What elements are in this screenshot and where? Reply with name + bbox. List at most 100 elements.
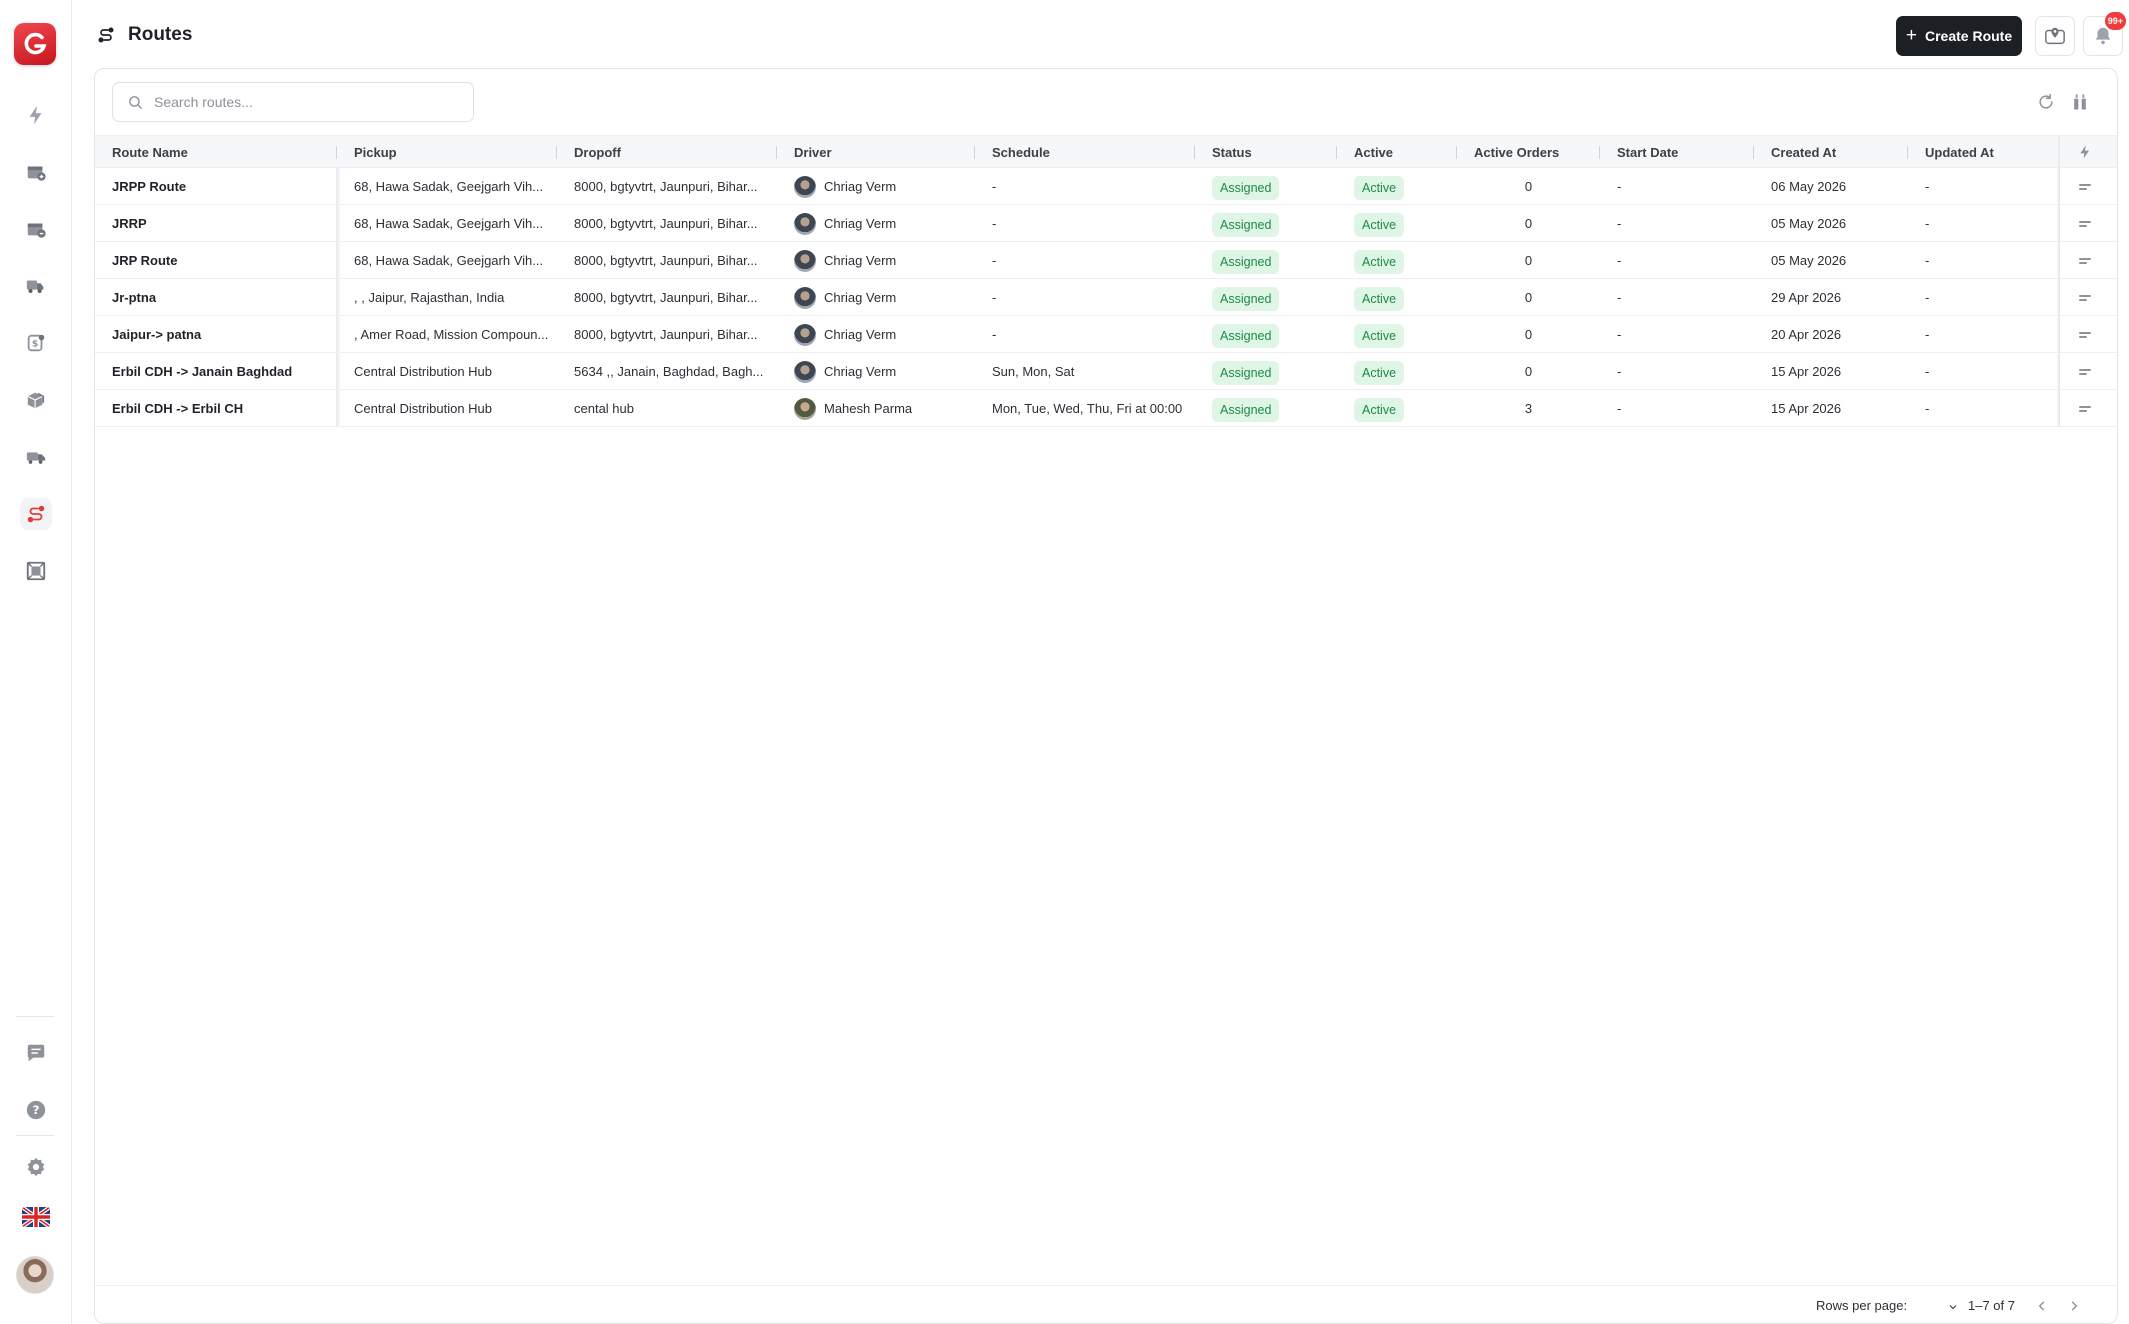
start-date-cell: - xyxy=(1617,216,1622,231)
previous-page-button[interactable] xyxy=(2031,1295,2053,1317)
boxes-icon xyxy=(27,392,45,409)
created-at-cell: 06 May 2026 xyxy=(1771,179,1847,194)
delivery-truck-icon xyxy=(26,280,44,294)
sidebar-item-inventory[interactable] xyxy=(20,384,52,416)
start-date-cell: - xyxy=(1617,401,1622,416)
sidebar-item-fleet[interactable] xyxy=(20,441,52,473)
column-header-schedule[interactable]: Schedule xyxy=(975,136,1195,169)
schedule-cell: Mon, Tue, Wed, Thu, Fri at 00:00 xyxy=(992,401,1183,416)
column-header-driver[interactable]: Driver xyxy=(777,136,975,169)
column-header-route-name[interactable]: Route Name xyxy=(95,136,337,169)
sidebar-item-warehouse[interactable] xyxy=(20,555,52,587)
help-icon: ? xyxy=(26,1100,46,1120)
sidebar-item-billing[interactable]: $ xyxy=(20,327,52,359)
sidebar-item-routes[interactable] xyxy=(20,498,52,530)
sidebar-item-deliveries[interactable] xyxy=(20,270,52,302)
chat-icon xyxy=(27,1044,45,1062)
map-view-button[interactable] xyxy=(2035,16,2075,56)
dropoff-cell: cental hub xyxy=(574,401,634,416)
pickup-cell: Central Distribution Hub xyxy=(354,401,493,416)
app-logo[interactable] xyxy=(14,23,56,65)
map-pin-icon xyxy=(2045,27,2065,45)
sidebar-divider xyxy=(16,1016,54,1017)
active-cell: Active xyxy=(1337,168,1457,205)
start-date-cell: - xyxy=(1617,290,1622,305)
driver-cell: Chriag Verm xyxy=(777,279,975,316)
updated-at-cell: - xyxy=(1925,364,1930,379)
search-box[interactable] xyxy=(112,82,474,122)
column-header-active[interactable]: Active xyxy=(1337,136,1457,169)
warehouse-icon xyxy=(26,561,46,581)
route-name-cell: Jr-ptna xyxy=(112,290,157,305)
active-badge: Active xyxy=(1354,360,1405,385)
language-selector[interactable] xyxy=(22,1207,50,1227)
row-actions-menu[interactable] xyxy=(2079,290,2095,304)
status-badge: Assigned xyxy=(1212,175,1280,200)
table-row[interactable]: JRRP 68, Hawa Sadak, Geejgarh Vih... 8000,… xyxy=(95,205,2117,242)
updated-at-cell: - xyxy=(1925,401,1930,416)
notification-count-badge: 99+ xyxy=(2104,12,2126,30)
svg-text:$: $ xyxy=(32,339,38,350)
pickup-cell: 68, Hawa Sadak, Geejgarh Vih... xyxy=(354,216,544,231)
column-header-status[interactable]: Status xyxy=(1195,136,1337,169)
table-row[interactable]: Jaipur-> patna , Amer Road, Mission Compo… xyxy=(95,316,2117,353)
driver-avatar xyxy=(794,249,816,272)
driver-avatar xyxy=(794,360,816,383)
driver-name: Chriag Verm xyxy=(824,327,897,342)
sidebar-item-chat[interactable] xyxy=(20,1037,52,1069)
column-header-pickup[interactable]: Pickup xyxy=(337,136,557,169)
notifications-button[interactable]: 99+ xyxy=(2083,12,2126,56)
sidebar-item-help[interactable]: ? xyxy=(20,1094,52,1126)
user-avatar[interactable] xyxy=(16,1256,54,1294)
active-cell: Active xyxy=(1337,242,1457,279)
status-cell: Assigned xyxy=(1195,242,1337,279)
create-route-button[interactable]: + Create Route xyxy=(1896,16,2022,56)
sidebar-item-settings[interactable] xyxy=(20,1151,52,1183)
row-actions-menu[interactable] xyxy=(2079,364,2095,378)
table-row[interactable]: Erbil CDH -> Erbil CH Central Distributio… xyxy=(95,390,2117,427)
sidebar-item-inbound[interactable] xyxy=(20,156,52,188)
column-header-active-orders[interactable]: Active Orders xyxy=(1457,136,1600,169)
driver-cell: Chriag Verm xyxy=(777,168,975,205)
column-header-created-at[interactable]: Created At xyxy=(1754,136,1908,169)
search-input[interactable] xyxy=(154,94,454,110)
sidebar-item-outbound[interactable] xyxy=(20,213,52,245)
active-badge: Active xyxy=(1354,286,1405,311)
settings-icon xyxy=(27,1157,45,1177)
table-row[interactable]: JRP Route 68, Hawa Sadak, Geejgarh Vih...… xyxy=(95,242,2117,279)
created-at-cell: 05 May 2026 xyxy=(1771,253,1847,268)
driver-cell: Chriag Verm xyxy=(777,353,975,390)
row-actions-menu[interactable] xyxy=(2079,216,2095,230)
rows-per-page-select[interactable] xyxy=(1933,1297,1959,1317)
column-header-updated-at[interactable]: Updated At xyxy=(1908,136,2058,169)
logo-mark-icon xyxy=(24,32,47,55)
table-row[interactable]: JRPP Route 68, Hawa Sadak, Geejgarh Vih..… xyxy=(95,168,2117,205)
column-header-dropoff[interactable]: Dropoff xyxy=(557,136,777,169)
route-icon xyxy=(27,505,45,523)
status-badge: Assigned xyxy=(1212,360,1280,385)
active-cell: Active xyxy=(1337,353,1457,390)
row-actions-menu[interactable] xyxy=(2079,253,2095,267)
row-actions-menu[interactable] xyxy=(2079,179,2095,193)
row-actions-menu[interactable] xyxy=(2079,401,2095,415)
fleet-truck-icon xyxy=(26,452,46,464)
driver-cell: Mahesh Parma xyxy=(777,390,975,427)
table-row[interactable]: Erbil CDH -> Janain Baghdad Central Distr… xyxy=(95,353,2117,390)
column-header-start-date[interactable]: Start Date xyxy=(1600,136,1754,169)
route-name-cell: Erbil CDH -> Janain Baghdad xyxy=(112,364,293,379)
active-orders-cell: 0 xyxy=(1524,290,1533,305)
refresh-button[interactable] xyxy=(2033,89,2059,115)
created-at-cell: 05 May 2026 xyxy=(1771,216,1847,231)
active-orders-cell: 0 xyxy=(1524,364,1533,379)
created-at-cell: 20 Apr 2026 xyxy=(1771,327,1842,342)
row-actions-menu[interactable] xyxy=(2079,327,2095,341)
dropoff-cell: 8000, bgtyvtrt, Jaunpuri, Bihar... xyxy=(574,216,758,231)
columns-button[interactable] xyxy=(2067,89,2093,115)
driver-cell: Chriag Verm xyxy=(777,242,975,279)
next-page-button[interactable] xyxy=(2063,1295,2085,1317)
active-orders-cell: 0 xyxy=(1524,216,1533,231)
table-row[interactable]: Jr-ptna , , Jaipur, Rajasthan, India 8000,… xyxy=(95,279,2117,316)
create-route-label: Create Route xyxy=(1924,28,2013,44)
sidebar-item-dashboard[interactable] xyxy=(20,99,52,131)
driver-name: Chriag Verm xyxy=(824,364,897,379)
